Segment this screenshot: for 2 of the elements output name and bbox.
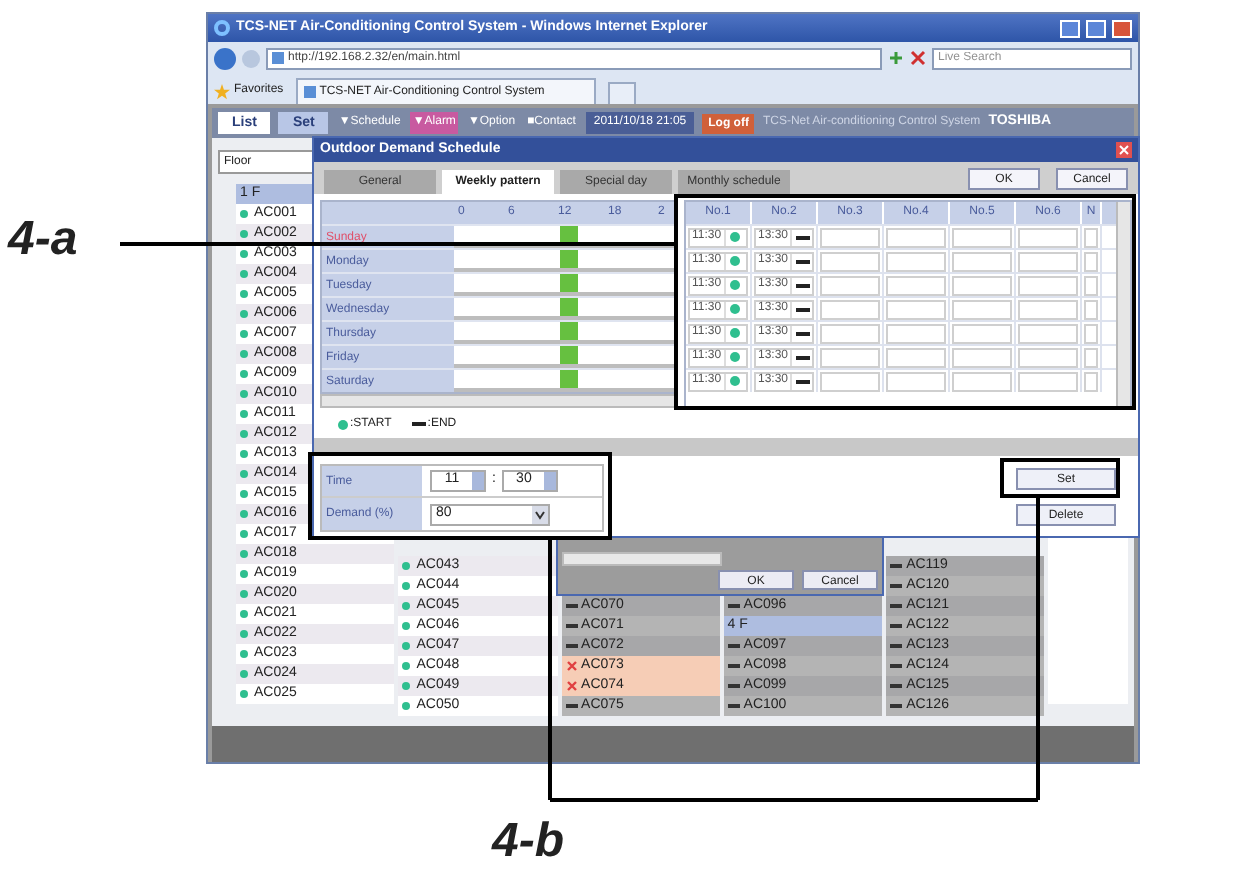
callout-label: 4-b [492,818,564,866]
callout-label: 4-a [8,216,78,264]
